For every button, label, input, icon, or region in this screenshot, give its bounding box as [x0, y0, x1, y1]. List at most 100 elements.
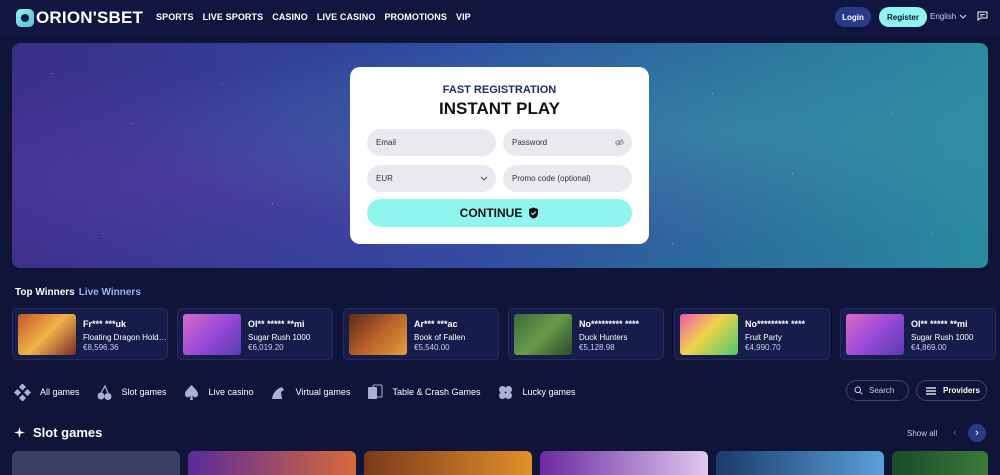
game-categories: All games Slot games Live casino Virtual… — [14, 381, 592, 403]
section-title-text: Slot games — [33, 425, 103, 440]
category-all-games[interactable]: All games — [14, 381, 80, 403]
winner-amount: €8,596.36 — [83, 343, 119, 352]
chevron-left-icon[interactable]: ‹ — [946, 424, 964, 442]
chevron-down-icon — [480, 176, 488, 181]
continue-label: CONTINUE — [459, 206, 523, 220]
chat-icon[interactable] — [977, 11, 988, 21]
game-tile[interactable] — [188, 451, 356, 475]
category-label: Live casino — [208, 387, 254, 397]
winner-amount: €4,869.00 — [911, 343, 947, 352]
slot-section-title: Slot games — [14, 425, 102, 440]
game-thumbnail — [846, 314, 904, 355]
category-label: Lucky games — [522, 387, 576, 397]
game-tile[interactable] — [892, 451, 988, 475]
winner-amount: €4,990.70 — [745, 343, 781, 352]
winner-amount: €5,540.00 — [414, 343, 450, 352]
currency-value: EUR — [376, 174, 393, 183]
nav-live-casino[interactable]: LIVE CASINO — [317, 12, 376, 22]
game-thumbnail — [183, 314, 241, 355]
winner-card[interactable]: Fr*** ***uk Floating Dragon Hold ... €8,… — [12, 308, 168, 360]
horse-icon — [271, 386, 284, 399]
providers-button[interactable]: Providers — [916, 380, 987, 401]
category-label: All games — [40, 387, 80, 397]
chevron-down-icon — [959, 14, 967, 19]
email-placeholder: Email — [376, 138, 397, 147]
chevron-right-icon[interactable]: › — [968, 424, 986, 442]
winner-game: Duck Hunters — [579, 333, 628, 342]
category-label: Virtual games — [295, 387, 351, 397]
grid-diamond-icon — [14, 383, 31, 401]
winners-heading: Top Winners Live Winners — [15, 287, 141, 298]
winner-game: Book of Fallen — [414, 333, 466, 342]
winner-game: Sugar Rush 1000 — [248, 333, 311, 342]
providers-label: Providers — [943, 386, 980, 395]
winner-card[interactable]: Ar*** ***ac Book of Fallen €5,540.00 — [343, 308, 499, 360]
search-input[interactable]: Search — [846, 380, 909, 401]
language-label: English — [930, 12, 957, 21]
shield-check-icon — [529, 207, 539, 219]
show-all-link[interactable]: Show all — [907, 429, 937, 438]
cherries-icon — [97, 384, 112, 400]
continue-button[interactable]: CONTINUE — [367, 199, 632, 227]
category-live-casino[interactable]: Live casino — [183, 381, 254, 403]
nav-promotions[interactable]: PROMOTIONS — [384, 12, 447, 22]
promo-code-field[interactable]: Promo code (optional) — [503, 165, 632, 192]
spade-icon — [184, 384, 198, 400]
cards-icon — [368, 384, 383, 399]
winner-name: No********* **** — [579, 319, 640, 329]
winner-name: Ol** ***** **mi — [911, 319, 968, 329]
game-tile[interactable] — [540, 451, 708, 475]
registration-subtitle: FAST REGISTRATION — [442, 84, 557, 96]
winner-name: Ar*** ***ac — [414, 319, 458, 329]
game-thumbnail — [514, 314, 572, 355]
clover-icon — [498, 385, 512, 399]
game-tile[interactable] — [12, 451, 180, 475]
logo-icon — [16, 9, 34, 27]
language-selector[interactable]: English — [930, 12, 967, 21]
category-lucky-games[interactable]: Lucky games — [497, 381, 576, 403]
winner-name: Fr*** ***uk — [83, 319, 127, 329]
game-thumbnail — [349, 314, 407, 355]
winner-game: Fruit Party — [745, 333, 782, 342]
category-label: Table & Crash Games — [392, 387, 481, 397]
winner-card[interactable]: No********* **** Fruit Party €4,990.70 — [674, 308, 830, 360]
category-table-crash[interactable]: Table & Crash Games — [366, 381, 481, 403]
winner-card[interactable]: No********* **** Duck Hunters €5,128.98 — [508, 308, 664, 360]
sparkle-icon — [14, 427, 25, 438]
search-icon — [854, 386, 863, 395]
login-button[interactable]: Login — [835, 7, 871, 27]
password-field[interactable]: Password — [503, 129, 632, 156]
winner-card[interactable]: Ol** ***** **mi Sugar Rush 1000 €4,869.0… — [840, 308, 996, 360]
register-button[interactable]: Register — [879, 7, 927, 27]
category-virtual-games[interactable]: Virtual games — [270, 381, 351, 403]
category-slot-games[interactable]: Slot games — [96, 381, 167, 403]
winner-amount: €6,019.20 — [248, 343, 284, 352]
winner-amount: €5,128.98 — [579, 343, 615, 352]
winner-game: Floating Dragon Hold ... — [83, 333, 167, 342]
search-placeholder: Search — [869, 386, 895, 395]
live-winners-tab[interactable]: Live Winners — [79, 287, 141, 298]
game-thumbnail — [18, 314, 76, 355]
nav-casino[interactable]: CASINO — [272, 12, 308, 22]
top-header: ORION'SBET SPORTS LIVE SPORTS CASINO LIV… — [0, 0, 1000, 36]
winner-name: Ol** ***** **mi — [248, 319, 305, 329]
nav-live-sports[interactable]: LIVE SPORTS — [203, 12, 264, 22]
password-placeholder: Password — [512, 138, 548, 147]
winner-name: No********* **** — [745, 319, 806, 329]
registration-card: FAST REGISTRATION INSTANT PLAY Email Pas… — [350, 67, 649, 244]
logo[interactable]: ORION'SBET — [16, 8, 143, 28]
game-thumbnail — [680, 314, 738, 355]
top-winners-tab[interactable]: Top Winners — [15, 287, 75, 298]
nav-sports[interactable]: SPORTS — [156, 12, 194, 22]
eye-off-icon[interactable] — [615, 138, 624, 147]
game-tile[interactable] — [716, 451, 884, 475]
game-tile[interactable] — [364, 451, 532, 475]
registration-title: INSTANT PLAY — [439, 99, 560, 118]
main-nav: SPORTS LIVE SPORTS CASINO LIVE CASINO PR… — [156, 12, 471, 22]
menu-icon — [926, 386, 936, 395]
email-field[interactable]: Email — [367, 129, 496, 156]
winner-card[interactable]: Ol** ***** **mi Sugar Rush 1000 €6,019.2… — [177, 308, 333, 360]
nav-vip[interactable]: VIP — [456, 12, 471, 22]
currency-select[interactable]: EUR — [367, 165, 496, 192]
category-label: Slot games — [121, 387, 167, 397]
